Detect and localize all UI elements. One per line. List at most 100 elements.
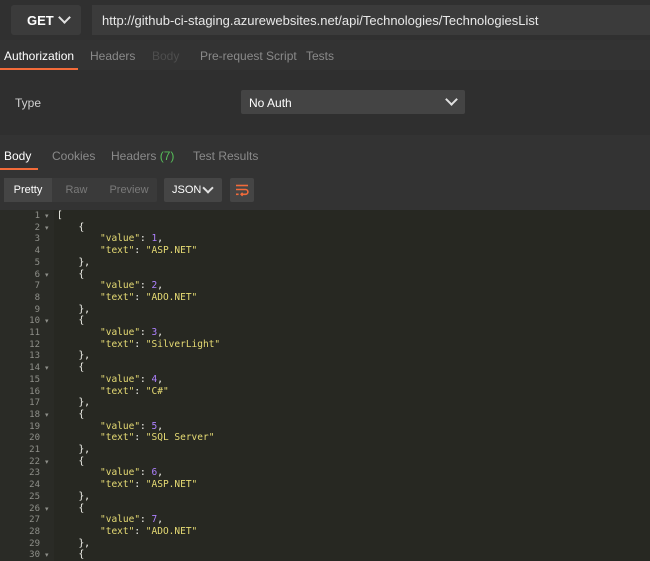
- line-number: 23: [29, 468, 40, 479]
- line-number: 4: [34, 246, 40, 257]
- tab-tests[interactable]: Tests: [306, 49, 334, 63]
- line-number: 18: [29, 409, 40, 420]
- json-string-value: "ADO.NET": [145, 291, 198, 303]
- code-line: },: [78, 397, 90, 409]
- code-line: "value": 2,: [100, 280, 163, 292]
- code-line: "text": "SilverLight": [100, 338, 221, 350]
- fold-arrow-icon[interactable]: ▾: [45, 224, 49, 232]
- json-string-value: "SilverLight": [145, 338, 221, 350]
- wrap-lines-icon: [236, 184, 249, 197]
- preview-button[interactable]: Preview: [101, 178, 157, 202]
- format-select[interactable]: JSON: [164, 178, 222, 202]
- json-key: "text": [100, 245, 135, 257]
- pretty-button[interactable]: Pretty: [4, 178, 52, 202]
- json-key: "text": [100, 385, 135, 397]
- headers-count-badge: (7): [159, 149, 175, 163]
- line-number: 3: [34, 234, 40, 245]
- json-key: "value": [100, 280, 141, 292]
- code-line: "text": "ADO.NET": [100, 525, 198, 537]
- line-number: 5: [34, 257, 40, 268]
- fold-arrow-icon[interactable]: ▾: [45, 271, 49, 279]
- code-line: {: [78, 455, 85, 467]
- code-line: },: [78, 256, 90, 268]
- line-number: 25: [29, 491, 40, 502]
- tab-pre-request-script[interactable]: Pre-request Script: [200, 49, 297, 63]
- json-string-value: "SQL Server": [145, 432, 215, 444]
- line-number: 21: [29, 445, 40, 455]
- line-number: 22: [29, 456, 40, 467]
- json-key: "value": [100, 420, 141, 432]
- line-number: 19: [29, 421, 40, 432]
- line-number: 10: [29, 316, 40, 327]
- code-line: {: [78, 221, 85, 233]
- tab-cookies[interactable]: Cookies: [52, 149, 95, 163]
- line-number: 8: [34, 292, 40, 303]
- line-number: 20: [29, 433, 40, 444]
- code-line: },: [78, 303, 90, 315]
- line-number: 27: [29, 515, 40, 526]
- line-number: 14: [29, 363, 40, 374]
- fold-arrow-icon[interactable]: ▾: [45, 505, 49, 513]
- json-punctuation: ,: [157, 420, 163, 432]
- url-input[interactable]: http://github-ci-staging.azurewebsites.n…: [92, 5, 650, 35]
- code-line: },: [78, 490, 90, 502]
- line-number: 6: [34, 269, 40, 280]
- line-number: 28: [29, 526, 40, 537]
- code-line: },: [78, 537, 90, 549]
- chevron-down-icon: [58, 11, 71, 24]
- chevron-down-icon: [445, 93, 458, 106]
- line-number: 13: [29, 351, 40, 362]
- auth-type-select[interactable]: No Auth: [241, 90, 465, 114]
- auth-type-label: Type: [15, 96, 42, 110]
- json-key: "value": [100, 373, 141, 385]
- json-key: "value": [100, 327, 141, 338]
- json-string-value: "ASP.NET": [145, 245, 198, 257]
- fold-arrow-icon[interactable]: ▾: [45, 317, 49, 325]
- json-punctuation: ,: [157, 467, 163, 479]
- code-line: {: [78, 315, 85, 327]
- code-line: "text": "SQL Server": [100, 432, 215, 444]
- request-bar: GET http://github-ci-staging.azurewebsit…: [0, 0, 650, 40]
- line-number: 30: [29, 550, 40, 561]
- line-number: 17: [29, 398, 40, 409]
- line-number: 11: [29, 328, 40, 338]
- fold-arrow-icon[interactable]: ▾: [45, 551, 49, 559]
- code-line: "text": "ADO.NET": [100, 291, 198, 303]
- tab-body[interactable]: Body: [152, 49, 179, 63]
- line-number: 7: [34, 281, 40, 292]
- json-key: "text": [100, 338, 135, 350]
- line-number: 24: [29, 480, 40, 491]
- json-key: "text": [100, 479, 135, 491]
- response-tabs: Body Cookies Headers (7) Test Results: [0, 135, 650, 170]
- fold-arrow-icon[interactable]: ▾: [45, 458, 49, 466]
- json-key: "value": [100, 514, 141, 526]
- raw-button[interactable]: Raw: [54, 178, 99, 202]
- fold-arrow-icon[interactable]: ▾: [45, 212, 49, 220]
- line-number: 9: [34, 304, 40, 315]
- code-line: "value": 6,: [100, 467, 163, 479]
- tab-test-results[interactable]: Test Results: [193, 149, 258, 163]
- wrap-lines-button[interactable]: [230, 178, 254, 202]
- json-string-value: "ADO.NET": [145, 525, 198, 537]
- fold-arrow-icon[interactable]: ▾: [45, 364, 49, 372]
- line-number: 26: [29, 503, 40, 514]
- tab-headers[interactable]: Headers: [90, 49, 135, 63]
- response-body-editor[interactable]: 1 ▾ 2 ▾ 3 4 5 6 ▾ 7 8 9 10 ▾ 11 12 13 14 ▾ 15 16 17 18 ▾ 19 20 21 2…: [0, 210, 650, 561]
- chevron-down-icon: [202, 182, 214, 194]
- json-string-value: "ASP.NET": [145, 479, 198, 491]
- tab-response-headers[interactable]: Headers (7): [111, 149, 174, 163]
- fold-arrow-icon[interactable]: ▾: [45, 411, 49, 419]
- tab-authorization[interactable]: Authorization: [4, 49, 74, 63]
- tab-response-body[interactable]: Body: [4, 149, 31, 163]
- code-line: [: [57, 210, 63, 221]
- code-line: {: [78, 268, 85, 280]
- code-line: "text": "ASP.NET": [100, 479, 198, 491]
- json-key: "value": [100, 467, 141, 479]
- json-punctuation: ,: [157, 233, 163, 245]
- code-line: },: [78, 350, 90, 362]
- json-key: "text": [100, 432, 135, 444]
- method-select[interactable]: GET: [11, 5, 81, 35]
- url-value: http://github-ci-staging.azurewebsites.n…: [102, 13, 539, 28]
- code-line: "value": 7,: [100, 514, 163, 526]
- json-key: "text": [100, 291, 135, 303]
